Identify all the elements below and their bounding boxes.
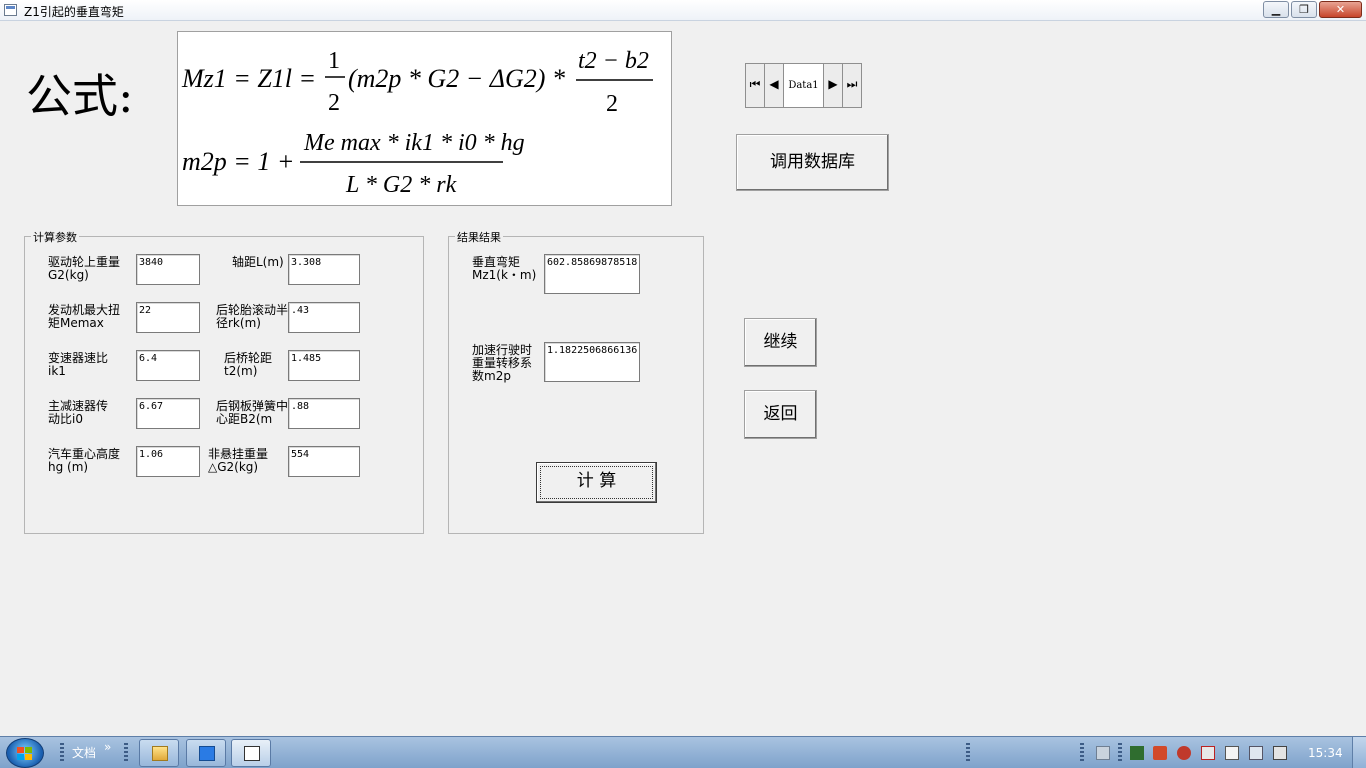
label-ik1: 变速器速比ik1 — [48, 351, 109, 378]
taskbar-explorer[interactable] — [139, 739, 179, 767]
title-bar: Z1引起的垂直弯矩 ▁ ❐ ✕ — [0, 0, 1366, 21]
restore-icon: ❐ — [1299, 3, 1309, 16]
show-desktop-button[interactable] — [1352, 737, 1366, 768]
folder-icon — [152, 746, 168, 761]
last-record-icon: ⏭ — [846, 77, 858, 91]
label-b2: 后钢板弹簧中心距B2(m — [216, 400, 288, 426]
input-ik1[interactable]: 6.4 — [136, 350, 200, 381]
window-controls: ▁ ❐ ✕ — [1261, 1, 1362, 19]
nav-next-button[interactable]: ▶ — [823, 64, 842, 107]
taskbar: 文档 » 15:34 — [0, 736, 1366, 768]
toolbar-grip[interactable] — [60, 743, 64, 763]
formula-label: 公式: — [26, 69, 134, 123]
formula-line2-frac-den: L * G2 * rk — [345, 172, 457, 198]
tray-grip-1[interactable] — [966, 743, 970, 763]
tray-grip-3[interactable] — [1118, 743, 1122, 763]
input-rk[interactable]: .43 — [288, 302, 360, 333]
app-window-icon — [244, 746, 260, 761]
next-record-icon: ▶ — [828, 77, 838, 91]
nav-last-button[interactable]: ⏭ — [842, 64, 861, 107]
label-hg: 汽车重心高度hg (m) — [48, 447, 121, 474]
security-icon[interactable] — [1177, 746, 1191, 760]
taskbar-grip[interactable] — [124, 743, 128, 763]
taskbar-wps[interactable] — [186, 739, 226, 767]
keyboard-icon[interactable] — [1096, 746, 1110, 760]
input-b2[interactable]: .88 — [288, 398, 360, 429]
restore-button[interactable]: ❐ — [1291, 1, 1317, 18]
speaker-icon[interactable] — [1249, 746, 1263, 760]
window-title: Z1引起的垂直弯矩 — [24, 5, 124, 19]
continue-button[interactable]: 继续 — [744, 318, 817, 367]
input-wheelbase[interactable]: 3.308 — [288, 254, 360, 285]
output-m2p[interactable]: 1.1822506866136 — [544, 342, 640, 382]
formula-line2-lhs: m2p = 1 + — [182, 147, 294, 176]
network-error-icon[interactable] — [1201, 746, 1215, 760]
params-legend: 计算参数 — [31, 229, 79, 245]
label-m2p: 加速行驶时重量转移系数m2p — [472, 343, 533, 383]
app-icon — [4, 4, 17, 16]
monitor-tool-icon[interactable] — [1130, 746, 1144, 760]
input-hg[interactable]: 1.06 — [136, 446, 200, 477]
formula-line1-frac-num: t2 − b2 — [578, 48, 649, 74]
calculate-button[interactable]: 计 算 — [536, 462, 657, 503]
input-t2[interactable]: 1.485 — [288, 350, 360, 381]
load-database-button[interactable]: 调用数据库 — [736, 134, 889, 191]
formula-line2-frac-num: Me max * ik1 * i0 * hg — [303, 130, 525, 156]
wps-writer-icon — [199, 746, 215, 761]
input-i0[interactable]: 6.67 — [136, 398, 200, 429]
data-navigator: ⏮ ◀ Data1 ▶ ⏭ — [745, 63, 862, 108]
minimize-button[interactable]: ▁ — [1263, 1, 1289, 18]
usb-device-icon[interactable] — [1225, 746, 1239, 760]
tray-grip-2[interactable] — [1080, 743, 1084, 763]
close-button[interactable]: ✕ — [1319, 1, 1362, 18]
documents-toolbar-label[interactable]: 文档 — [72, 744, 96, 761]
toolbar-chevron[interactable]: » — [104, 740, 111, 754]
nav-caption: Data1 — [784, 64, 823, 107]
taskbar-active-app[interactable] — [231, 739, 271, 767]
first-record-icon: ⏮ — [749, 77, 761, 91]
label-t2: 后桥轮距t2(m) — [224, 351, 273, 378]
formula-line1-middle: (m2p * G2 − ΔG2) * — [348, 64, 565, 93]
minimize-icon: ▁ — [1271, 3, 1281, 16]
formula-line1-coef-den: 2 — [328, 90, 340, 116]
back-button[interactable]: 返回 — [744, 390, 817, 439]
label-wheelbase: 轴距L(m) — [232, 255, 284, 269]
output-mz1[interactable]: 602.85869878518 — [544, 254, 640, 294]
close-icon: ✕ — [1335, 3, 1346, 16]
nav-first-button[interactable]: ⏮ — [746, 64, 765, 107]
label-mz1: 垂直弯矩Mz1(k・m) — [472, 255, 537, 282]
formula-image: Mz1 = Z1l = 1 2 (m2p * G2 − ΔG2) * t2 − … — [177, 31, 672, 206]
input-memax[interactable]: 22 — [136, 302, 200, 333]
results-legend: 结果结果 — [455, 229, 503, 245]
nav-prev-button[interactable]: ◀ — [765, 64, 784, 107]
formula-line1-lhs: Mz1 = Z1l = — [181, 64, 316, 93]
label-delta-g2: 非悬挂重量△G2(kg) — [208, 447, 269, 474]
network-icon[interactable] — [1273, 746, 1287, 760]
volume-alert-icon[interactable] — [1153, 746, 1167, 760]
label-rk: 后轮胎滚动半径rk(m) — [216, 303, 289, 330]
label-memax: 发动机最大扭矩Memax — [48, 303, 121, 330]
taskbar-clock[interactable]: 15:34 — [1308, 746, 1343, 760]
start-button[interactable] — [6, 738, 44, 768]
input-g2[interactable]: 3840 — [136, 254, 200, 285]
formula-line1-frac-den: 2 — [606, 91, 618, 117]
input-delta-g2[interactable]: 554 — [288, 446, 360, 477]
label-g2: 驱动轮上重量G2(kg) — [48, 255, 121, 282]
label-i0: 主减速器传动比i0 — [48, 399, 109, 426]
prev-record-icon: ◀ — [769, 77, 779, 91]
windows-logo-icon — [17, 747, 33, 761]
formula-line1-coef-num: 1 — [328, 48, 340, 74]
